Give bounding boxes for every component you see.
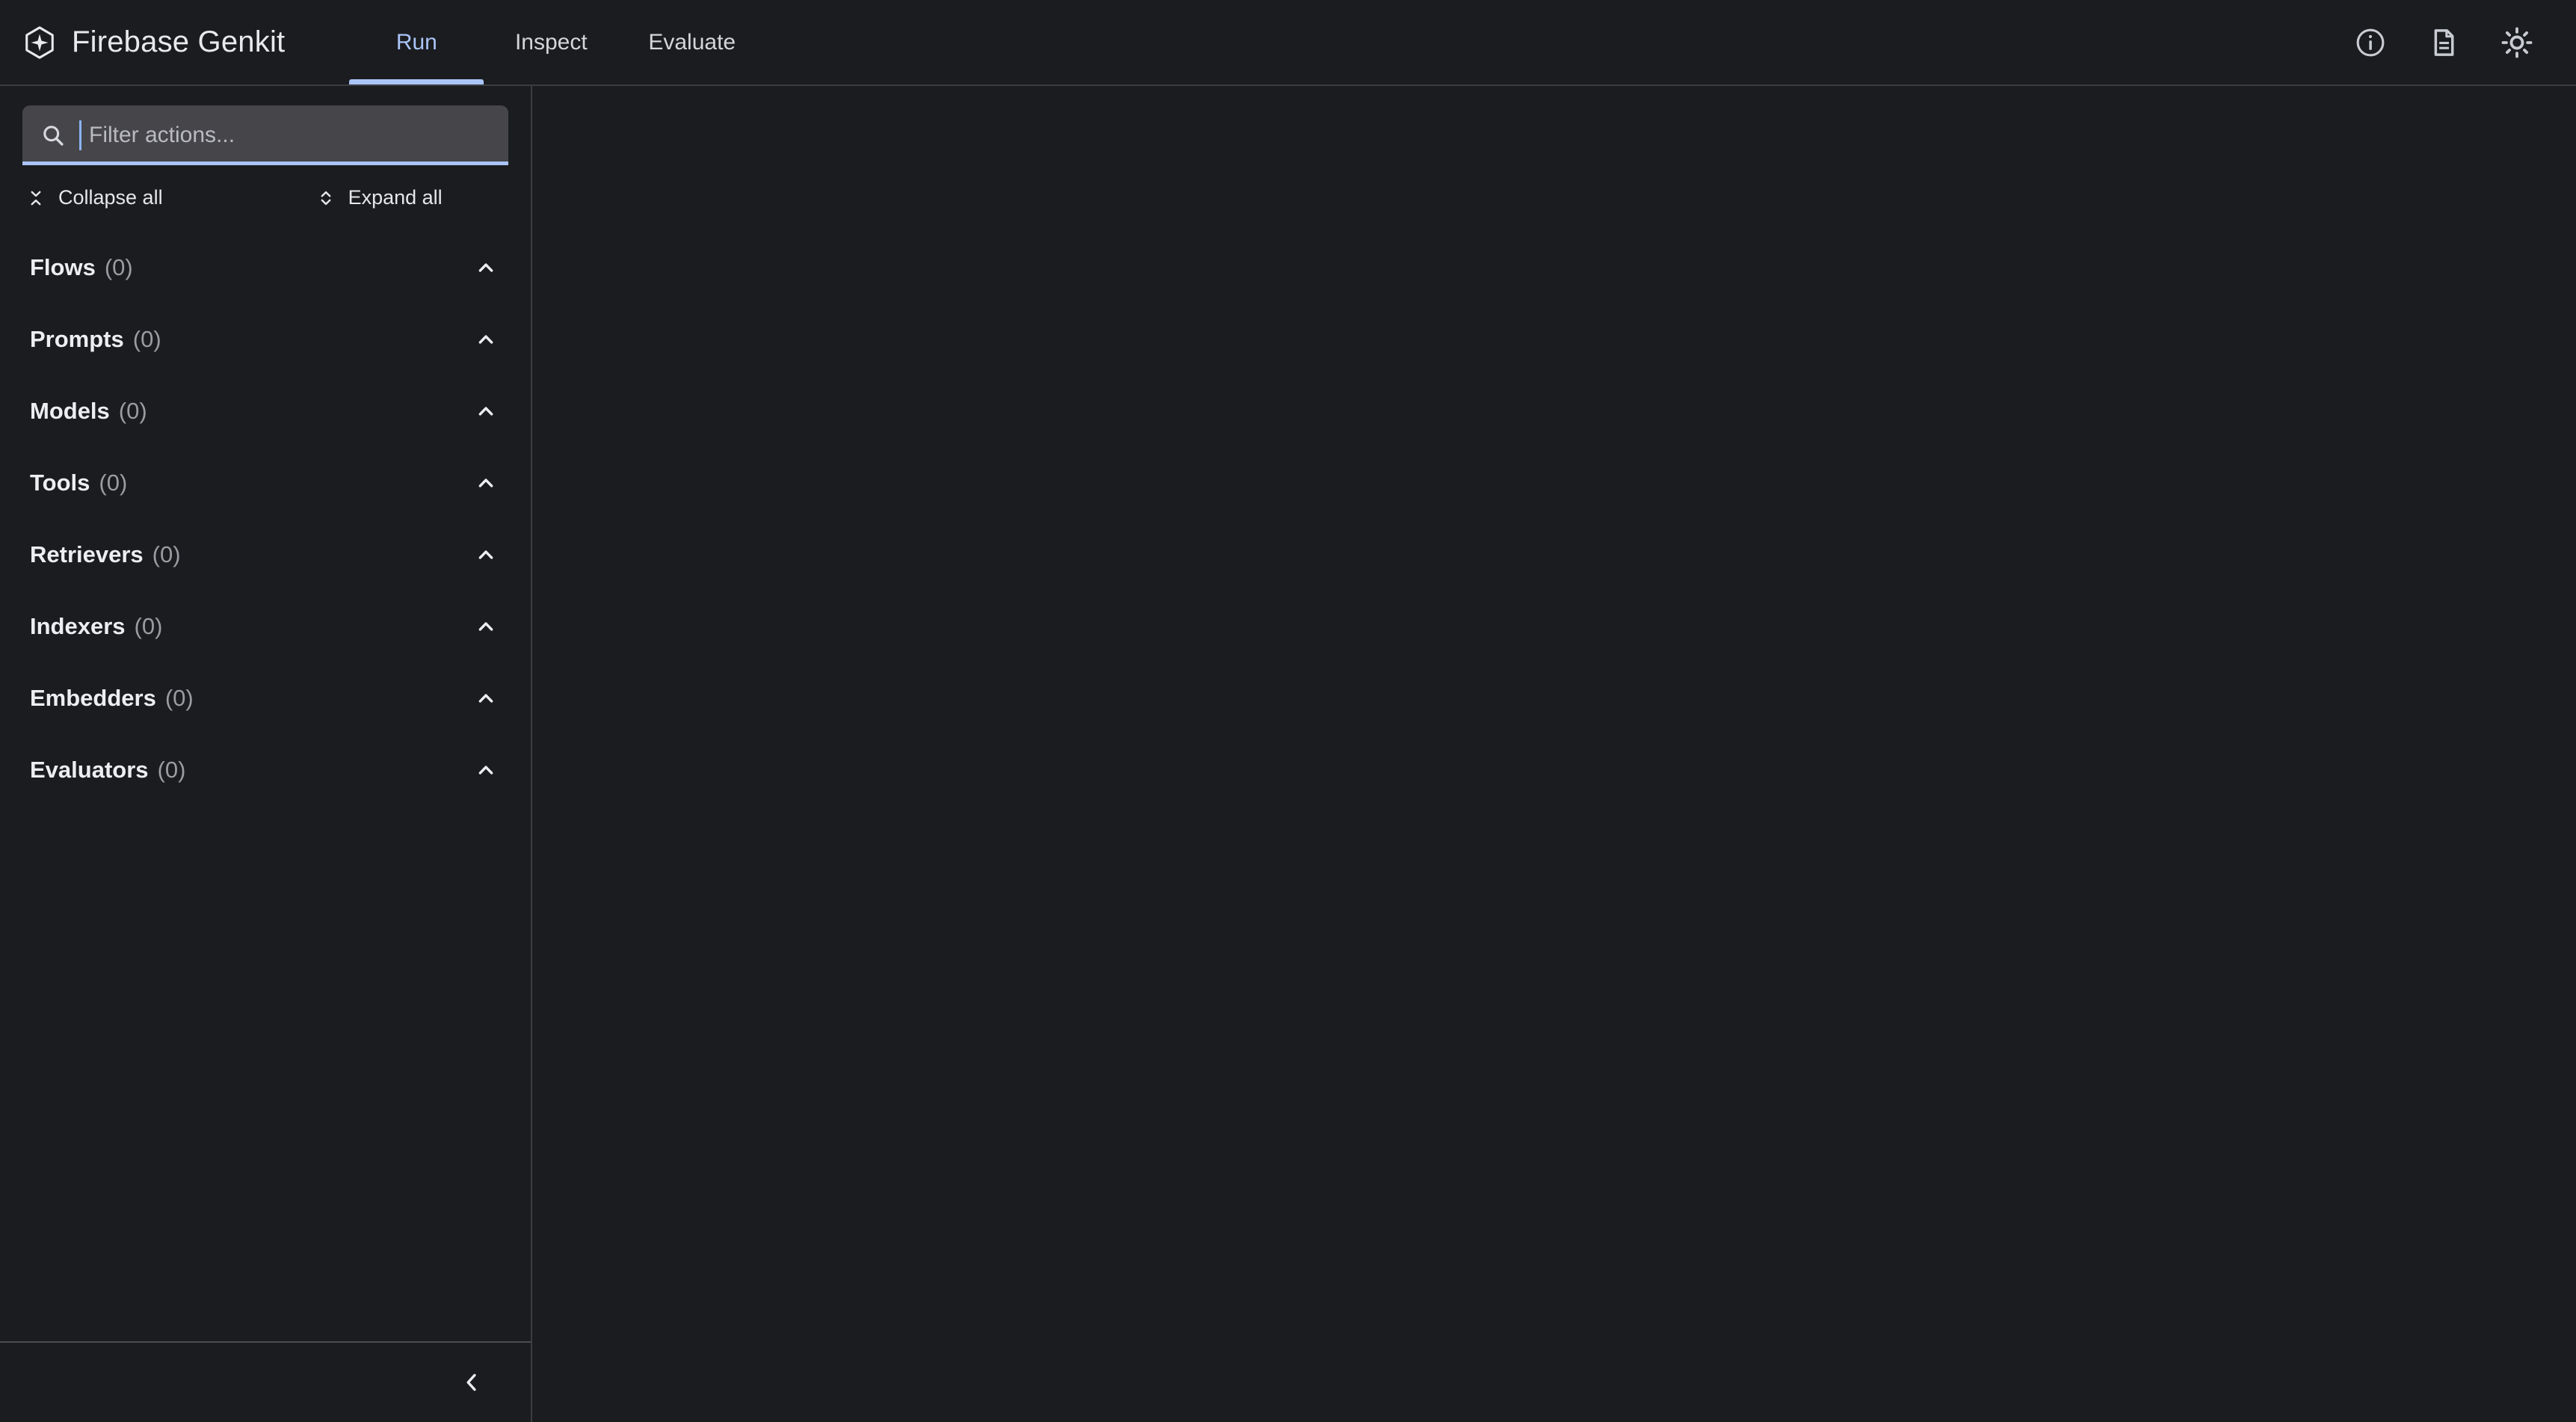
search-input[interactable]: Filter actions...: [22, 105, 508, 165]
app-header: Firebase Genkit Run Inspect Evaluate: [0, 0, 2576, 86]
tab-inspect[interactable]: Inspect: [484, 0, 618, 84]
chevron-up-icon[interactable]: [465, 534, 507, 576]
body-row: Filter actions... Collapse all Expand al…: [0, 86, 2576, 1422]
unfold-less-icon: [25, 188, 46, 209]
section-label: Tools: [30, 470, 90, 496]
main-tabs: Run Inspect Evaluate: [349, 0, 765, 84]
section-label: Prompts: [30, 326, 124, 352]
header-actions: [2349, 0, 2576, 84]
sidebar: Filter actions... Collapse all Expand al…: [0, 86, 532, 1422]
section-label: Models: [30, 398, 110, 424]
tab-run-label: Run: [395, 29, 437, 55]
section-label: Flows: [30, 254, 96, 280]
section-count: (0): [164, 685, 194, 711]
sidebar-section-indexers[interactable]: Indexers (0): [0, 591, 531, 662]
chevron-up-icon[interactable]: [465, 462, 507, 504]
app-root: Firebase Genkit Run Inspect Evaluate Fil…: [0, 0, 2576, 1422]
sidebar-content: Filter actions... Collapse all Expand al…: [0, 86, 531, 1343]
search-icon: [40, 123, 66, 148]
section-count: (0): [157, 757, 186, 783]
text-caret: [79, 120, 81, 150]
section-count: (0): [104, 254, 133, 280]
tab-evaluate-label: Evaluate: [648, 29, 736, 55]
search-placeholder: Filter actions...: [89, 123, 235, 147]
sidebar-section-prompts[interactable]: Prompts (0): [0, 304, 531, 375]
collapse-sidebar-button[interactable]: [449, 1359, 495, 1406]
sidebar-section-retrievers[interactable]: Retrievers (0): [0, 519, 531, 591]
tab-inspect-label: Inspect: [514, 29, 588, 55]
sidebar-footer: [0, 1343, 531, 1422]
expand-all-label: Expand all: [348, 186, 443, 209]
sidebar-section-models[interactable]: Models (0): [0, 375, 531, 447]
section-count: (0): [99, 470, 128, 496]
brand: Firebase Genkit: [0, 0, 292, 84]
sun-icon: [2500, 26, 2533, 59]
theme-toggle-button[interactable]: [2495, 21, 2539, 64]
document-icon: [2427, 26, 2460, 59]
chevron-left-icon: [458, 1369, 485, 1396]
search-container: Filter actions...: [0, 86, 531, 165]
chevron-up-icon[interactable]: [465, 247, 507, 289]
collapse-all-button[interactable]: Collapse all: [22, 182, 166, 214]
info-button[interactable]: [2349, 21, 2392, 64]
action-sections: Flows (0) Prompts (0) Models (0) Tools (…: [0, 221, 531, 806]
section-count: (0): [152, 541, 181, 567]
chevron-up-icon[interactable]: [465, 318, 507, 360]
section-count: (0): [118, 398, 147, 424]
section-count: (0): [132, 326, 161, 352]
unfold-more-icon: [315, 188, 336, 209]
chevron-up-icon[interactable]: [465, 606, 507, 647]
section-label: Evaluators: [30, 757, 149, 783]
chevron-up-icon[interactable]: [465, 390, 507, 432]
tab-evaluate[interactable]: Evaluate: [618, 0, 765, 84]
tree-controls: Collapse all Expand all: [0, 165, 531, 221]
sidebar-section-evaluators[interactable]: Evaluators (0): [0, 734, 531, 806]
tab-run[interactable]: Run: [349, 0, 484, 84]
sidebar-section-flows[interactable]: Flows (0): [0, 232, 531, 304]
docs-button[interactable]: [2422, 21, 2465, 64]
sidebar-section-embedders[interactable]: Embedders (0): [0, 662, 531, 734]
main-content-panel: [532, 86, 2576, 1422]
genkit-hexagon-sparkle-icon: [22, 25, 57, 60]
info-icon: [2354, 26, 2387, 59]
section-label: Indexers: [30, 613, 126, 639]
brand-title: Firebase Genkit: [72, 25, 286, 58]
expand-all-button[interactable]: Expand all: [312, 182, 446, 214]
sidebar-section-tools[interactable]: Tools (0): [0, 447, 531, 519]
section-label: Retrievers: [30, 541, 144, 567]
section-label: Embedders: [30, 685, 156, 711]
section-count: (0): [134, 613, 163, 639]
chevron-up-icon[interactable]: [465, 749, 507, 791]
collapse-all-label: Collapse all: [58, 186, 163, 209]
chevron-up-icon[interactable]: [465, 677, 507, 719]
